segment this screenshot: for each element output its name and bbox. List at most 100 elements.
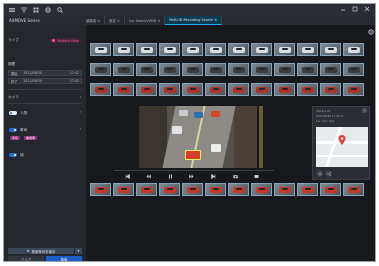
skip-back-icon[interactable] bbox=[124, 174, 130, 180]
pause-icon[interactable] bbox=[167, 174, 173, 180]
chevron-right-icon[interactable]: › bbox=[80, 95, 81, 99]
vehicle-thumbnail[interactable] bbox=[320, 63, 341, 76]
vehicle-thumbnail[interactable] bbox=[274, 183, 295, 196]
vehicle-thumbnail[interactable] bbox=[205, 83, 226, 96]
vehicle-thumbnail[interactable] bbox=[251, 83, 272, 96]
collapse-icon[interactable] bbox=[21, 7, 27, 13]
vehicle-thumbnail[interactable] bbox=[297, 43, 318, 56]
end-datetime-field[interactable]: 終了 2021/06/30 17:52 bbox=[8, 78, 82, 84]
tab-multi-id-search[interactable]: Multi-ID Recording Search ✕ bbox=[165, 16, 223, 25]
chevron-right-icon[interactable]: › bbox=[80, 127, 81, 131]
vehicle-thumbnail[interactable] bbox=[297, 63, 318, 76]
vehicle bbox=[211, 111, 220, 117]
vehicle-thumbnail[interactable] bbox=[205, 63, 226, 76]
vehicle-thumbnail[interactable] bbox=[297, 83, 318, 96]
vehicle-thumbnail[interactable] bbox=[136, 43, 157, 56]
tab-settings[interactable]: 設定 ✕ bbox=[105, 16, 125, 25]
vehicle-thumbnail[interactable] bbox=[113, 83, 134, 96]
video-player[interactable] bbox=[139, 106, 257, 168]
clear-button[interactable]: クリア bbox=[8, 256, 44, 261]
face-toggle[interactable] bbox=[9, 153, 17, 157]
vehicle-thumbnail[interactable] bbox=[251, 63, 272, 76]
highlighted-vehicle[interactable] bbox=[185, 150, 201, 160]
tab-face-search[interactable]: 顔検索 ✕ bbox=[82, 16, 106, 25]
rewind-icon[interactable] bbox=[146, 174, 152, 180]
vehicle-thumbnail[interactable] bbox=[274, 63, 295, 76]
tab-car-search[interactable]: Car Search/VMD ✕ bbox=[125, 16, 166, 25]
fast-forward-icon[interactable] bbox=[189, 174, 195, 180]
tag-red[interactable]: 赤色 bbox=[10, 136, 21, 140]
menu-icon[interactable] bbox=[9, 7, 15, 13]
vehicle-thumbnail[interactable] bbox=[320, 183, 341, 196]
vehicle-toggle[interactable] bbox=[9, 128, 17, 132]
vehicle-thumbnail[interactable] bbox=[251, 43, 272, 56]
vehicle-thumbnail[interactable] bbox=[90, 83, 111, 96]
search-button[interactable]: 検索 bbox=[46, 256, 82, 261]
vehicle-thumbnail[interactable] bbox=[182, 43, 203, 56]
vehicle-thumbnail[interactable] bbox=[320, 83, 341, 96]
vehicle-thumbnail[interactable] bbox=[182, 83, 203, 96]
grid-icon[interactable] bbox=[33, 7, 39, 13]
save-dropdown-button[interactable]: ▾ bbox=[75, 248, 82, 254]
vehicle-thumbnail[interactable] bbox=[159, 83, 180, 96]
vehicle-thumbnail[interactable] bbox=[228, 43, 249, 56]
close-icon[interactable] bbox=[362, 108, 367, 113]
minimize-icon[interactable] bbox=[340, 6, 346, 12]
vehicle-thumbnail[interactable] bbox=[159, 63, 180, 76]
vehicle-window bbox=[144, 188, 150, 190]
vehicle-window bbox=[98, 48, 104, 50]
vehicle-thumbnail[interactable] bbox=[182, 183, 203, 196]
vehicle-thumbnail[interactable] bbox=[159, 43, 180, 56]
settings-icon[interactable] bbox=[316, 170, 323, 177]
vehicle-thumbnail[interactable] bbox=[228, 83, 249, 96]
vehicle-thumbnail[interactable] bbox=[343, 43, 364, 56]
tag-car[interactable]: 乗用車 bbox=[24, 136, 38, 140]
vehicle-thumbnail[interactable] bbox=[90, 63, 111, 76]
vehicle-window bbox=[351, 188, 357, 190]
vehicle-thumbnail[interactable] bbox=[182, 63, 203, 76]
skip-forward-icon[interactable] bbox=[211, 174, 217, 180]
app-title: AXMOVE Series bbox=[9, 18, 40, 23]
vehicle-thumbnail[interactable] bbox=[228, 63, 249, 76]
maximize-icon[interactable] bbox=[352, 6, 358, 12]
filter-pill[interactable]: Multiple Plate bbox=[49, 38, 82, 43]
vehicle-thumbnail[interactable] bbox=[136, 183, 157, 196]
vehicle-thumbnail[interactable] bbox=[274, 83, 295, 96]
vehicle-thumbnail[interactable] bbox=[113, 63, 134, 76]
vehicle-thumbnail[interactable] bbox=[274, 43, 295, 56]
vehicle-thumbnail[interactable] bbox=[343, 63, 364, 76]
vehicle-thumbnail[interactable] bbox=[90, 43, 111, 56]
playback-progress[interactable] bbox=[114, 170, 274, 171]
share-icon[interactable] bbox=[325, 170, 332, 177]
start-datetime-field[interactable]: 開始 2021/06/30 17:42 bbox=[8, 70, 82, 76]
search-icon[interactable] bbox=[57, 7, 63, 13]
save-condition-button[interactable]: ★ 検索条件を保存 bbox=[8, 248, 74, 254]
gear-icon[interactable] bbox=[368, 29, 374, 35]
vehicle-thumbnail[interactable] bbox=[320, 43, 341, 56]
gear-icon[interactable] bbox=[45, 7, 51, 13]
vehicle-thumbnail[interactable] bbox=[90, 183, 111, 196]
section-label: ライブ bbox=[8, 38, 19, 42]
vehicle-thumbnail[interactable] bbox=[343, 183, 364, 196]
vehicle-window bbox=[305, 68, 311, 70]
vehicle-thumbnail[interactable] bbox=[343, 83, 364, 96]
camera-icon[interactable] bbox=[232, 174, 238, 180]
vehicle-thumbnail[interactable] bbox=[136, 63, 157, 76]
person-toggle-label: 人物 bbox=[20, 111, 28, 115]
vehicle-thumbnail[interactable] bbox=[205, 183, 226, 196]
location-map[interactable] bbox=[316, 127, 368, 167]
chevron-right-icon[interactable]: › bbox=[80, 110, 81, 114]
vehicle-thumbnail[interactable] bbox=[228, 183, 249, 196]
vehicle-thumbnail[interactable] bbox=[113, 183, 134, 196]
close-icon[interactable] bbox=[364, 6, 370, 12]
vehicle-thumbnail[interactable] bbox=[159, 183, 180, 196]
vehicle-thumbnail[interactable] bbox=[205, 43, 226, 56]
vehicle-window bbox=[121, 188, 127, 190]
vehicle-thumbnail[interactable] bbox=[297, 183, 318, 196]
fullscreen-icon[interactable] bbox=[254, 174, 260, 180]
vehicle-thumbnail[interactable] bbox=[113, 43, 134, 56]
vehicle-thumbnail[interactable] bbox=[136, 83, 157, 96]
vehicle-thumbnail[interactable] bbox=[251, 183, 272, 196]
vehicle-window bbox=[121, 68, 127, 70]
person-toggle[interactable] bbox=[9, 111, 17, 115]
